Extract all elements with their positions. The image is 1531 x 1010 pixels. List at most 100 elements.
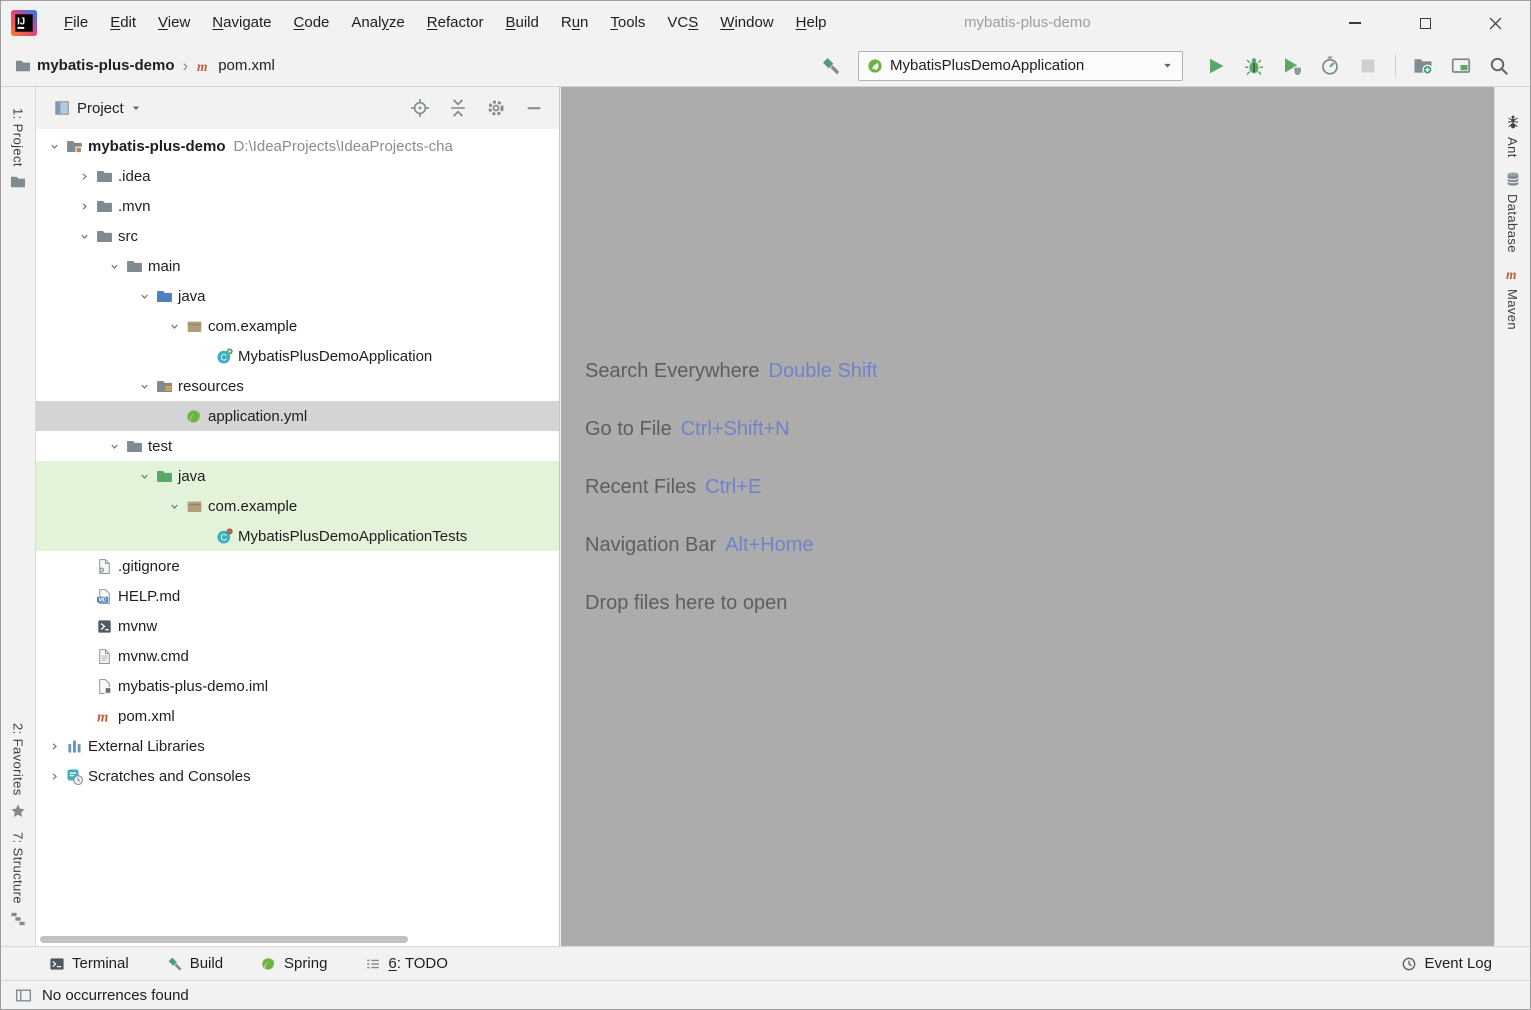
chevron-expanded-icon[interactable] <box>134 288 154 304</box>
tree-item-resources[interactable]: resources <box>36 371 559 401</box>
toolwindow-tab-database[interactable]: Database <box>1505 171 1521 253</box>
toolwindow-tab-maven[interactable]: mMaven <box>1505 266 1521 330</box>
build-project-button[interactable] <box>821 56 841 76</box>
run-with-coverage-button[interactable] <box>1282 56 1302 76</box>
toolwindow-tab-terminal[interactable]: Terminal <box>49 955 129 972</box>
tree-item-mybatis-plus-demo-iml[interactable]: mybatis-plus-demo.iml <box>36 671 559 701</box>
chevron-collapsed-icon[interactable] <box>74 168 94 184</box>
tree-item-path: D:\IdeaProjects\IdeaProjects-cha <box>234 138 453 155</box>
tree-item-java[interactable]: java <box>36 281 559 311</box>
chevron-down-icon[interactable] <box>130 102 142 114</box>
chevron-spacer <box>74 678 94 694</box>
tree-item-pom-xml[interactable]: mpom.xml <box>36 701 559 731</box>
collapse-all-button[interactable] <box>448 98 468 118</box>
toolwindows-button[interactable] <box>1451 56 1471 76</box>
folder-icon <box>15 58 31 74</box>
tree-item-help-md[interactable]: MDHELP.md <box>36 581 559 611</box>
menu-vcs[interactable]: VCS <box>656 1 709 45</box>
tree-item-scratches-and-consoles[interactable]: Scratches and Consoles <box>36 761 559 791</box>
chevron-expanded-icon[interactable] <box>74 228 94 244</box>
tree-item-label: mvnw.cmd <box>118 648 189 665</box>
chevron-expanded-icon[interactable] <box>164 498 184 514</box>
horizontal-scrollbar[interactable] <box>40 936 408 943</box>
menu-code[interactable]: Code <box>283 1 341 45</box>
minimize-button[interactable] <box>1320 1 1390 45</box>
chevron-expanded-icon[interactable] <box>104 258 124 274</box>
menu-help[interactable]: Help <box>785 1 838 45</box>
toolwindow-tab-6-todo[interactable]: 6: TODO <box>365 955 447 972</box>
settings-button[interactable] <box>486 98 506 118</box>
menu-run[interactable]: Run <box>550 1 600 45</box>
close-button[interactable] <box>1460 1 1530 45</box>
toolwindow-tab-7-structure[interactable]: 7: Structure <box>10 832 26 927</box>
menu-edit[interactable]: Edit <box>99 1 147 45</box>
chevron-expanded-icon[interactable] <box>44 138 64 154</box>
chevron-expanded-icon[interactable] <box>134 378 154 394</box>
chevron-expanded-icon[interactable] <box>134 468 154 484</box>
chevron-collapsed-icon[interactable] <box>44 738 64 754</box>
menu-build[interactable]: Build <box>494 1 549 45</box>
structure-icon <box>10 911 26 927</box>
menu-navigate[interactable]: Navigate <box>201 1 282 45</box>
menu-view[interactable]: View <box>147 1 201 45</box>
chevron-collapsed-icon[interactable] <box>74 198 94 214</box>
tree-item-main[interactable]: main <box>36 251 559 281</box>
menu-analyze[interactable]: Analyze <box>340 1 415 45</box>
toolwindow-toggle-icon[interactable] <box>15 987 32 1004</box>
menu-file[interactable]: File <box>53 1 99 45</box>
toolwindow-tab-spring[interactable]: Spring <box>261 955 327 972</box>
run-configuration-label: MybatisPlusDemoApplication <box>890 57 1084 74</box>
toolwindow-tab-build[interactable]: Build <box>167 955 223 972</box>
tree-item-gitignore[interactable]: .gitignore <box>36 551 559 581</box>
project-structure-button[interactable] <box>1413 56 1433 76</box>
svg-text:C: C <box>220 352 227 362</box>
search-everywhere-button[interactable] <box>1489 56 1509 76</box>
tree-item-test[interactable]: test <box>36 431 559 461</box>
chevron-down-icon <box>1161 59 1174 72</box>
tree-item-mybatisplusdemoapplicationtests[interactable]: CMybatisPlusDemoApplicationTests <box>36 521 559 551</box>
hide-panel-button[interactable] <box>524 98 544 118</box>
tree-item-com-example[interactable]: com.example <box>36 311 559 341</box>
run-configuration-select[interactable]: MybatisPlusDemoApplication <box>858 51 1183 81</box>
maximize-button[interactable] <box>1390 1 1460 45</box>
chevron-spacer <box>164 408 184 424</box>
toolwindow-tab-2-favorites[interactable]: 2: Favorites <box>10 723 26 819</box>
breadcrumb-mybatis-plus-demo[interactable]: mybatis-plus-demo <box>15 57 175 74</box>
tree-item-mvnw[interactable]: mvnw <box>36 611 559 641</box>
tree-item-label: External Libraries <box>88 738 205 755</box>
menu-tools[interactable]: Tools <box>599 1 656 45</box>
breadcrumb-label: pom.xml <box>218 57 275 74</box>
svg-text:m: m <box>197 58 208 73</box>
chevron-collapsed-icon[interactable] <box>44 768 64 784</box>
intellij-logo-icon: IJ <box>11 10 37 36</box>
tree-item-mybatis-plus-demo[interactable]: mybatis-plus-demoD:\IdeaProjects\IdeaPro… <box>36 131 559 161</box>
toolwindow-tab-label: Ant <box>1505 137 1520 158</box>
breadcrumb-pom-xml[interactable]: m pom.xml <box>196 57 275 74</box>
tree-item-mybatisplusdemoapplication[interactable]: CMybatisPlusDemoApplication <box>36 341 559 371</box>
debug-button[interactable] <box>1244 56 1264 76</box>
tree-item-external-libraries[interactable]: External Libraries <box>36 731 559 761</box>
tree-item-java[interactable]: java <box>36 461 559 491</box>
event-log-button[interactable]: Event Log <box>1401 955 1492 972</box>
chevron-expanded-icon[interactable] <box>164 318 184 334</box>
tree-item-application-yml[interactable]: application.yml <box>36 401 559 431</box>
tree-item-com-example[interactable]: com.example <box>36 491 559 521</box>
profiler-button[interactable] <box>1320 56 1340 76</box>
maven-icon: m <box>1505 266 1521 282</box>
tree-item-src[interactable]: src <box>36 221 559 251</box>
tree-item-label: pom.xml <box>118 708 175 725</box>
toolwindow-tab-ant[interactable]: Ant <box>1505 114 1521 158</box>
menu-refactor[interactable]: Refactor <box>416 1 495 45</box>
tree-item-mvn[interactable]: .mvn <box>36 191 559 221</box>
toolwindow-tab-1-project[interactable]: 1: Project <box>10 108 26 190</box>
tree-item-mvnw-cmd[interactable]: mvnw.cmd <box>36 641 559 671</box>
maximize-icon <box>1420 18 1431 29</box>
run-button[interactable] <box>1206 56 1226 76</box>
locate-file-button[interactable] <box>410 98 430 118</box>
chevron-expanded-icon[interactable] <box>104 438 124 454</box>
menu-window[interactable]: Window <box>709 1 784 45</box>
libraries-icon <box>66 738 83 755</box>
event-log-label: Event Log <box>1424 955 1492 972</box>
tree-item-idea[interactable]: .idea <box>36 161 559 191</box>
project-panel-title[interactable]: Project <box>77 100 124 117</box>
